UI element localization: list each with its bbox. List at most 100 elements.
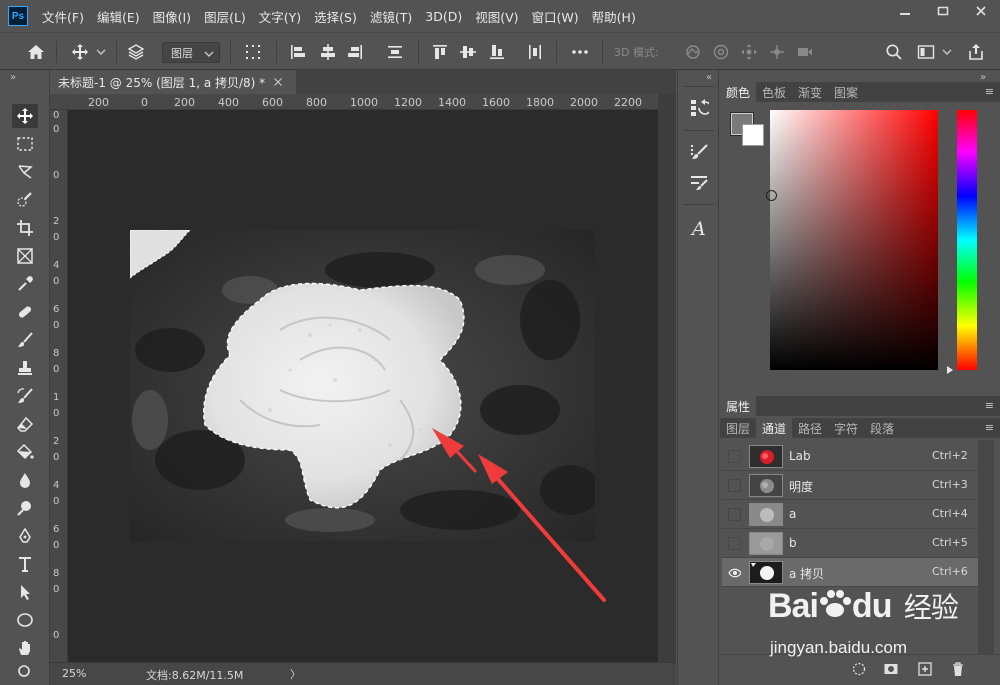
auto-select-target-dropdown[interactable]: 图层 xyxy=(162,42,220,63)
home-icon[interactable] xyxy=(26,42,46,62)
move-tool-icon[interactable] xyxy=(12,104,38,128)
visibility-toggle[interactable] xyxy=(728,566,741,579)
auto-select-layers-icon[interactable] xyxy=(126,42,146,62)
zoom-level[interactable]: 25% xyxy=(62,667,86,680)
channel-thumbnail xyxy=(749,445,783,468)
close-window-button[interactable] xyxy=(962,0,1000,22)
menu-edit[interactable]: 编辑(E) xyxy=(97,7,140,26)
transform-controls-icon[interactable] xyxy=(243,42,263,62)
brush-tool-icon[interactable] xyxy=(12,328,38,352)
visibility-toggle[interactable] xyxy=(728,450,741,463)
history-brush-tool-icon[interactable] xyxy=(12,384,38,408)
more-options-icon[interactable] xyxy=(570,42,590,62)
move-tool-preset-icon[interactable] xyxy=(70,42,90,62)
vertical-scrollbar[interactable] xyxy=(658,94,676,662)
menu-view[interactable]: 视图(V) xyxy=(475,7,518,26)
menu-image[interactable]: 图像(I) xyxy=(153,7,191,26)
blur-tool-icon[interactable] xyxy=(12,468,38,492)
tab-patterns[interactable]: 图案 xyxy=(828,82,864,102)
tab-color[interactable]: 颜色 xyxy=(720,82,757,102)
channel-row-b[interactable]: b Ctrl+5 xyxy=(722,529,978,558)
crop-tool-icon[interactable] xyxy=(12,216,38,240)
chevron-down-icon[interactable] xyxy=(94,42,108,62)
hand-tool-icon[interactable] xyxy=(12,636,38,660)
panel-menu-icon[interactable]: ≡ xyxy=(985,421,994,434)
hue-slider-marker[interactable] xyxy=(947,366,953,374)
zoom-tool-icon[interactable] xyxy=(12,664,38,678)
menu-help[interactable]: 帮助(H) xyxy=(592,7,636,26)
healing-brush-tool-icon[interactable] xyxy=(12,300,38,324)
visibility-toggle[interactable] xyxy=(728,479,741,492)
distribute-horizontal-icon[interactable] xyxy=(525,42,545,62)
channel-shortcut: Ctrl+3 xyxy=(932,478,968,491)
close-icon[interactable] xyxy=(273,77,283,87)
tab-gradients[interactable]: 渐变 xyxy=(792,82,828,102)
menu-file[interactable]: 文件(F) xyxy=(42,7,84,26)
align-left-icon[interactable] xyxy=(288,42,308,62)
3d-roll-icon[interactable] xyxy=(711,42,731,62)
status-menu-arrow[interactable]: 〉 xyxy=(290,666,301,682)
align-top-icon[interactable] xyxy=(430,42,450,62)
glyphs-panel-icon[interactable]: A xyxy=(687,216,711,240)
menu-select[interactable]: 选择(S) xyxy=(314,7,357,26)
history-panel-icon[interactable] xyxy=(687,96,711,120)
tab-swatches[interactable]: 色板 xyxy=(756,82,792,102)
paint-bucket-tool-icon[interactable] xyxy=(12,440,38,464)
align-vertical-center-icon[interactable] xyxy=(458,42,478,62)
distribute-vertical-icon[interactable] xyxy=(385,42,405,62)
quick-selection-tool-icon[interactable] xyxy=(12,188,38,212)
brush-settings-icon[interactable] xyxy=(687,140,711,164)
channel-row-lab[interactable]: Lab Ctrl+2 xyxy=(722,442,978,471)
3d-camera-icon[interactable] xyxy=(795,42,815,62)
hue-slider[interactable] xyxy=(957,110,977,370)
frame-tool-icon[interactable] xyxy=(12,244,38,268)
expand-toolbar-icon[interactable]: » xyxy=(10,72,16,83)
channel-row-lightness[interactable]: 明度 Ctrl+3 xyxy=(722,471,978,500)
dodge-tool-icon[interactable] xyxy=(12,496,38,520)
lasso-tool-icon[interactable] xyxy=(12,160,38,184)
share-icon[interactable] xyxy=(966,42,986,62)
maximize-button[interactable] xyxy=(924,0,962,22)
workspace-icon[interactable] xyxy=(916,42,936,62)
menu-window[interactable]: 窗口(W) xyxy=(532,7,579,26)
align-right-icon[interactable] xyxy=(345,42,365,62)
search-icon[interactable] xyxy=(884,42,904,62)
minimize-button[interactable] xyxy=(886,0,924,22)
visibility-toggle[interactable] xyxy=(728,508,741,521)
collapse-strip-icon[interactable]: « xyxy=(706,72,712,83)
tab-layers[interactable]: 图层 xyxy=(720,418,756,438)
color-picker-field[interactable] xyxy=(770,110,938,370)
pen-tool-icon[interactable] xyxy=(12,524,38,548)
menu-layer[interactable]: 图层(L) xyxy=(204,7,246,26)
type-tool-icon[interactable] xyxy=(12,552,38,576)
ruler-tick: 8 xyxy=(53,568,60,579)
visibility-toggle[interactable] xyxy=(728,537,741,550)
panel-menu-icon[interactable]: ≡ xyxy=(985,399,994,412)
align-horizontal-center-icon[interactable] xyxy=(318,42,338,62)
tab-paragraph[interactable]: 段落 xyxy=(864,418,900,438)
path-selection-tool-icon[interactable] xyxy=(12,580,38,604)
3d-orbit-icon[interactable] xyxy=(683,42,703,62)
eyedropper-tool-icon[interactable] xyxy=(12,272,38,296)
3d-pan-icon[interactable] xyxy=(739,42,759,62)
menu-3d[interactable]: 3D(D) xyxy=(425,9,462,24)
clone-stamp-tool-icon[interactable] xyxy=(12,356,38,380)
chevron-down-icon[interactable] xyxy=(940,42,954,62)
3d-slide-icon[interactable] xyxy=(767,42,787,62)
tab-channels[interactable]: 通道 xyxy=(756,418,793,438)
align-bottom-icon[interactable] xyxy=(487,42,507,62)
menu-type[interactable]: 文字(Y) xyxy=(259,7,301,26)
document-tab[interactable]: 未标题-1 @ 25% (图层 1, a 拷贝/8) * xyxy=(50,70,296,94)
marquee-tool-icon[interactable] xyxy=(12,132,38,156)
menu-filter[interactable]: 滤镜(T) xyxy=(370,7,412,26)
tab-properties[interactable]: 属性 xyxy=(720,396,757,416)
tab-character[interactable]: 字符 xyxy=(828,418,864,438)
color-picker-cursor[interactable] xyxy=(766,190,777,201)
background-color-swatch[interactable] xyxy=(742,124,764,146)
panel-menu-icon[interactable]: ≡ xyxy=(985,85,994,98)
tab-paths[interactable]: 路径 xyxy=(792,418,828,438)
ellipse-tool-icon[interactable] xyxy=(12,608,38,632)
eraser-tool-icon[interactable] xyxy=(12,412,38,436)
channel-row-a[interactable]: a Ctrl+4 xyxy=(722,500,978,529)
brush-presets-icon[interactable] xyxy=(687,170,711,194)
